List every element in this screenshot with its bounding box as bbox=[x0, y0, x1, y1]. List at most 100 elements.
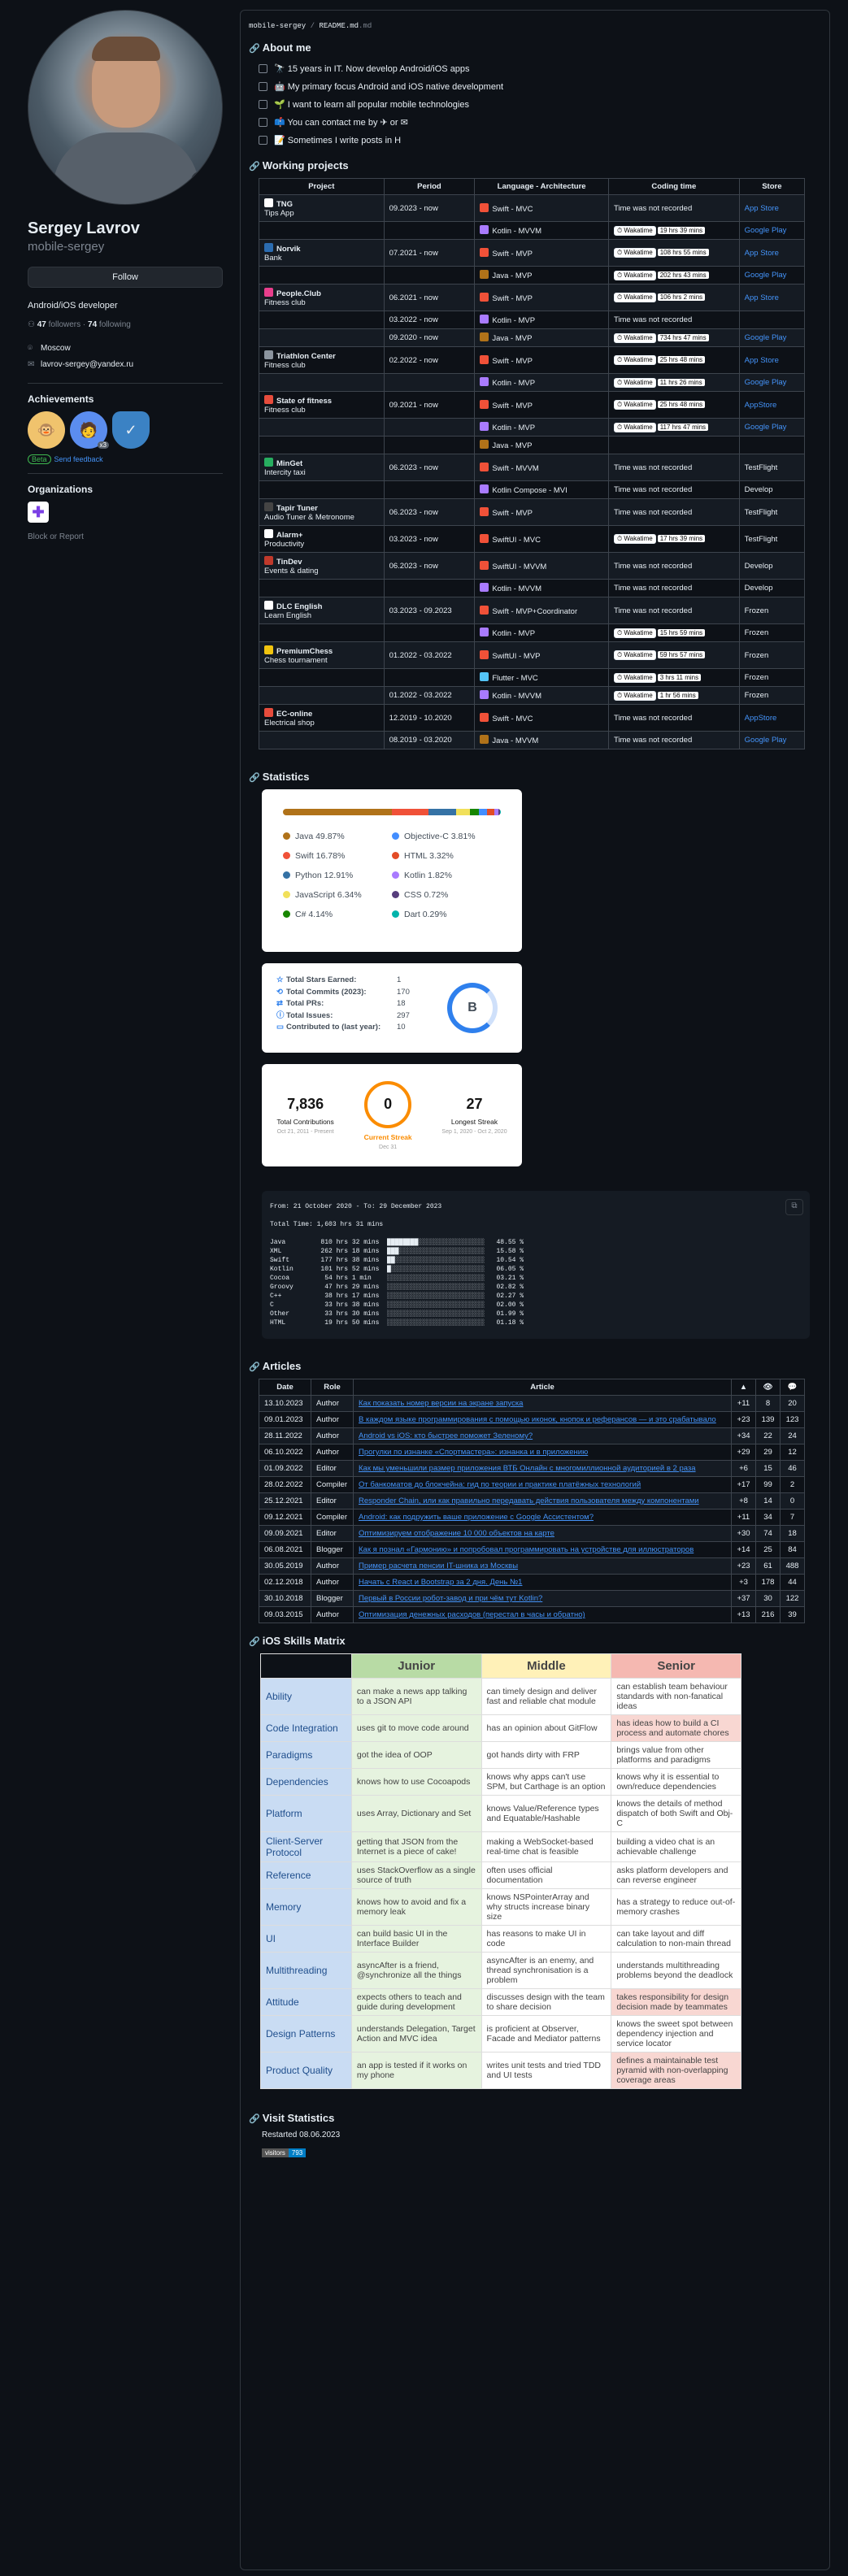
wakatime-badge-value[interactable]: 11 hrs 26 mins bbox=[657, 378, 705, 386]
wakatime-badge-value[interactable]: 106 hrs 2 mins bbox=[657, 293, 706, 301]
wakatime-badge-value[interactable]: 202 hrs 43 mins bbox=[657, 271, 709, 279]
wakatime-badge-value[interactable]: 25 hrs 48 mins bbox=[657, 356, 706, 363]
checkbox-icon[interactable] bbox=[259, 82, 267, 91]
followers-link[interactable]: followers bbox=[49, 320, 80, 329]
achievement-badge[interactable]: ✓ bbox=[112, 411, 150, 449]
article-cell: 488 bbox=[780, 1557, 805, 1575]
article-cell: Author bbox=[311, 1557, 354, 1575]
article-link[interactable]: Прогулки по изнанке «Спортмастера»: изна… bbox=[359, 1448, 588, 1457]
status-icon[interactable]: ⫶ bbox=[191, 172, 209, 189]
coding-time-cell: Time was not recorded bbox=[607, 597, 740, 624]
wakatime-badge-value[interactable]: 25 hrs 48 mins bbox=[657, 401, 706, 408]
wakatime-badge-label[interactable]: ⏱ Wakatime bbox=[613, 355, 656, 365]
store-link[interactable]: AppStore bbox=[745, 714, 777, 723]
wakatime-badge-label[interactable]: ⏱ Wakatime bbox=[613, 248, 656, 258]
follow-button[interactable]: Follow bbox=[28, 267, 223, 288]
store-link[interactable]: AppStore bbox=[745, 401, 777, 410]
article-link[interactable]: Оптимизация денежных расходов (перестал … bbox=[359, 1610, 585, 1619]
article-link[interactable]: Как показать номер версии на экране запу… bbox=[359, 1399, 523, 1408]
checkbox-icon[interactable] bbox=[259, 100, 267, 109]
wakatime-badge-label[interactable]: ⏱ Wakatime bbox=[613, 270, 656, 280]
store-link[interactable]: Google Play bbox=[745, 378, 787, 387]
achievement-badge[interactable]: 🐵 bbox=[28, 411, 65, 449]
wakatime-badge-label[interactable]: ⏱ Wakatime bbox=[613, 422, 656, 432]
article-cell: +17 bbox=[731, 1476, 756, 1493]
path-owner[interactable]: mobile-sergey bbox=[249, 22, 306, 30]
followers-count[interactable]: 47 bbox=[37, 320, 46, 329]
article-link[interactable]: Android: как подружить ваше приложение с… bbox=[359, 1513, 594, 1522]
wakatime-badge-value[interactable]: 15 hrs 59 mins bbox=[657, 628, 706, 636]
link-icon[interactable]: 🔗 bbox=[249, 44, 260, 54]
article-link[interactable]: Пример расчета пенсии IT-шника из Москвы bbox=[359, 1562, 518, 1570]
language-cell: Java - MVP bbox=[474, 328, 609, 347]
store-link[interactable]: App Store bbox=[745, 293, 779, 302]
link-icon[interactable]: 🔗 bbox=[249, 162, 260, 172]
organization-avatar[interactable]: ✚ bbox=[28, 502, 49, 523]
article-link[interactable]: От банкоматов до блокчейна: гид по теори… bbox=[359, 1480, 641, 1489]
article-link[interactable]: Первый в России робот-завод и при чём ту… bbox=[359, 1594, 542, 1603]
link-icon[interactable]: 🔗 bbox=[249, 1362, 260, 1372]
organizations-title: Organizations bbox=[28, 484, 93, 495]
article-row: 28.11.2022 Author Android vs iOS: кто быст… bbox=[259, 1427, 805, 1444]
wakatime-badge-value[interactable]: 3 hrs 11 mins bbox=[657, 673, 702, 681]
checkbox-icon[interactable] bbox=[259, 136, 267, 145]
wakatime-badge-value[interactable]: 1 hr 56 mins bbox=[657, 691, 698, 699]
link-icon[interactable]: 🔗 bbox=[249, 1637, 260, 1647]
wakatime-badge-label[interactable]: ⏱ Wakatime bbox=[613, 332, 656, 343]
email-link[interactable]: lavrov-sergey@yandex.ru bbox=[41, 360, 133, 369]
store-link[interactable]: App Store bbox=[745, 204, 779, 213]
language-legend-item: HTML 3.32% bbox=[392, 851, 501, 861]
wakatime-badge-label[interactable]: ⏱ Wakatime bbox=[613, 672, 656, 683]
copy-icon[interactable]: ⧉ bbox=[785, 1199, 803, 1215]
wakatime-badge-label[interactable]: ⏱ Wakatime bbox=[613, 225, 656, 236]
github-stat-label: Total Commits (2023): bbox=[286, 987, 367, 997]
achievement-badge[interactable]: 🧑 x3 bbox=[70, 411, 109, 449]
article-link[interactable]: Начать с React и Bootstrap за 2 дня. Ден… bbox=[359, 1578, 522, 1587]
article-link[interactable]: Оптимизируем отображение 10 000 объектов… bbox=[359, 1529, 554, 1538]
wakatime-badge-label[interactable]: ⏱ Wakatime bbox=[613, 377, 656, 388]
article-link[interactable]: Как я познал «Гармонию» и попробовал про… bbox=[359, 1545, 694, 1554]
article-link[interactable]: Responder Chain, или как правильно перед… bbox=[359, 1497, 699, 1505]
store-link[interactable]: Google Play bbox=[745, 423, 787, 432]
wakatime-badge-value[interactable]: 108 hrs 55 mins bbox=[657, 249, 709, 256]
wakatime-badge-value[interactable]: 734 hrs 47 mins bbox=[657, 333, 709, 341]
article-link[interactable]: Android vs iOS: кто быстрее поможет Зеле… bbox=[359, 1431, 533, 1440]
wakatime-badge-label[interactable]: ⏱ Wakatime bbox=[613, 534, 656, 544]
matrix-row: Ability can make a news app talking to a … bbox=[260, 1678, 741, 1715]
store-status: Frozen bbox=[744, 650, 769, 660]
wakatime-badge-value[interactable]: 17 hrs 39 mins bbox=[657, 535, 706, 542]
store-link[interactable]: Google Play bbox=[745, 271, 787, 280]
send-feedback-link[interactable]: Send feedback bbox=[54, 455, 103, 463]
store-link[interactable]: Google Play bbox=[745, 226, 787, 235]
project-row: PremiumChess Chess tournament 01.2022 - 03… bbox=[259, 641, 806, 669]
checkbox-icon[interactable] bbox=[259, 64, 267, 73]
following-link[interactable]: following bbox=[99, 320, 131, 329]
store-link[interactable]: Google Play bbox=[745, 736, 787, 745]
language-cell: SwiftUI - MVVM bbox=[474, 552, 609, 580]
wakatime-badge-label[interactable]: ⏱ Wakatime bbox=[613, 400, 656, 410]
wakatime-badge-label[interactable]: ⏱ Wakatime bbox=[613, 650, 656, 660]
wakatime-badge-value[interactable]: 59 hrs 57 mins bbox=[657, 651, 706, 658]
article-cell: 61 bbox=[755, 1557, 781, 1575]
wakatime-badge-value[interactable]: 117 hrs 47 mins bbox=[657, 423, 709, 431]
following-count[interactable]: 74 bbox=[88, 320, 97, 329]
article-link[interactable]: В каждом языке программирования с помощь… bbox=[359, 1415, 716, 1424]
checkbox-icon[interactable] bbox=[259, 118, 267, 127]
matrix-cell: knows how to avoid and fix a memory leak bbox=[350, 1888, 482, 1926]
wakatime-badge-label[interactable]: ⏱ Wakatime bbox=[613, 628, 656, 638]
article-link[interactable]: Как мы уменьшили размер приложения ВТБ О… bbox=[359, 1464, 696, 1473]
link-icon[interactable]: 🔗 bbox=[249, 2114, 260, 2124]
wakatime-badge-label[interactable]: ⏱ Wakatime bbox=[613, 690, 656, 701]
store-link[interactable]: Google Play bbox=[745, 333, 787, 342]
matrix-skill-label: Paradigms bbox=[260, 1741, 352, 1769]
store-link[interactable]: App Store bbox=[745, 356, 779, 365]
matrix-skill-label: Multithreading bbox=[260, 1952, 352, 1989]
avatar[interactable]: ⫶ bbox=[28, 10, 223, 205]
skills-matrix-title: 🔗 iOS Skills Matrix bbox=[249, 1635, 346, 1647]
store-link[interactable]: App Store bbox=[745, 249, 779, 258]
block-report-link[interactable]: Block or Report bbox=[28, 532, 223, 541]
project-subtitle: Audio Tuner & Metronome bbox=[264, 513, 354, 522]
link-icon[interactable]: 🔗 bbox=[249, 773, 260, 783]
wakatime-badge-value[interactable]: 19 hrs 39 mins bbox=[657, 226, 706, 234]
wakatime-badge-label[interactable]: ⏱ Wakatime bbox=[613, 293, 656, 302]
